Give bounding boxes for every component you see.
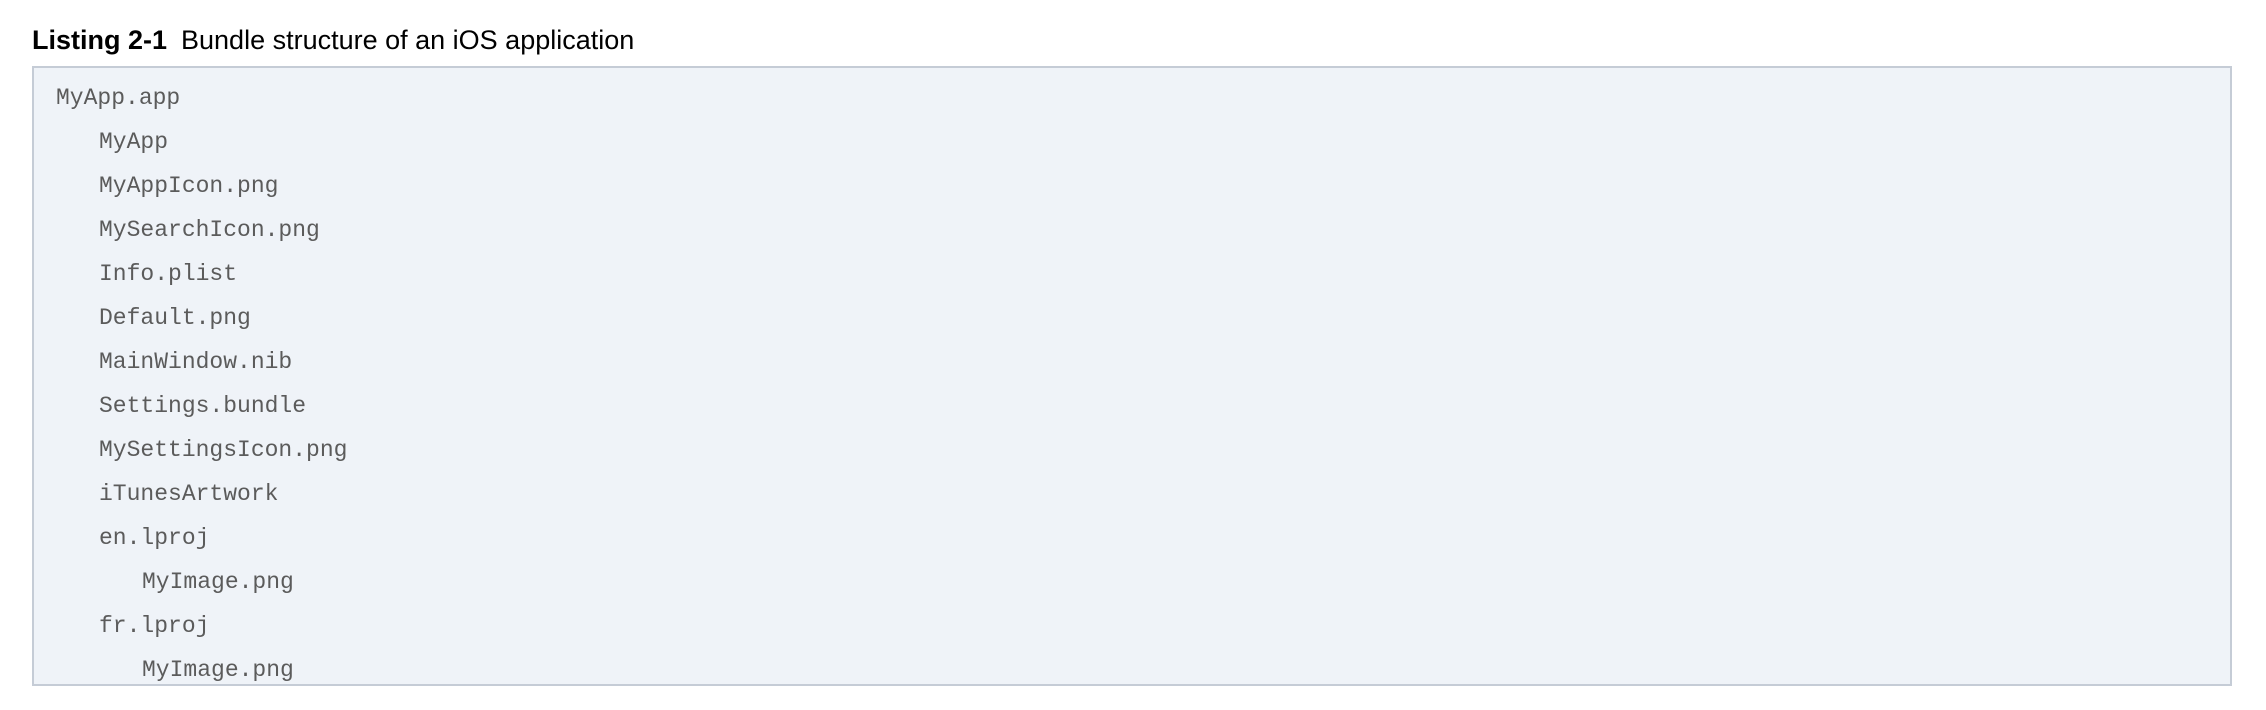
code-line: MainWindow.nib (99, 349, 293, 375)
code-listing: Listing 2-1 Bundle structure of an iOS ap… (32, 18, 2232, 686)
code-line: MyImage.png (142, 569, 294, 595)
code-line: MyAppIcon.png (99, 173, 279, 199)
code-line: MySettingsIcon.png (99, 437, 348, 463)
code-line: MyImage.png (142, 657, 294, 683)
listing-label: Listing 2-1 (32, 25, 168, 55)
listing-title: Bundle structure of an iOS application (181, 25, 635, 55)
code-line: Settings.bundle (99, 393, 307, 419)
code-line: en.lproj (99, 525, 210, 551)
code-line: fr.lproj (99, 613, 210, 639)
code-line: Info.plist (99, 261, 238, 287)
code-line: MySearchIcon.png (99, 217, 320, 243)
listing-caption: Listing 2-1 Bundle structure of an iOS ap… (32, 18, 2232, 66)
code-line: Default.png (99, 305, 251, 331)
code-line: MyApp (99, 129, 169, 155)
code-block: MyApp.app MyApp MyAppIcon.png MySearchIc… (32, 66, 2232, 686)
code-line: MyApp.app (56, 85, 181, 111)
code-line: iTunesArtwork (99, 481, 279, 507)
